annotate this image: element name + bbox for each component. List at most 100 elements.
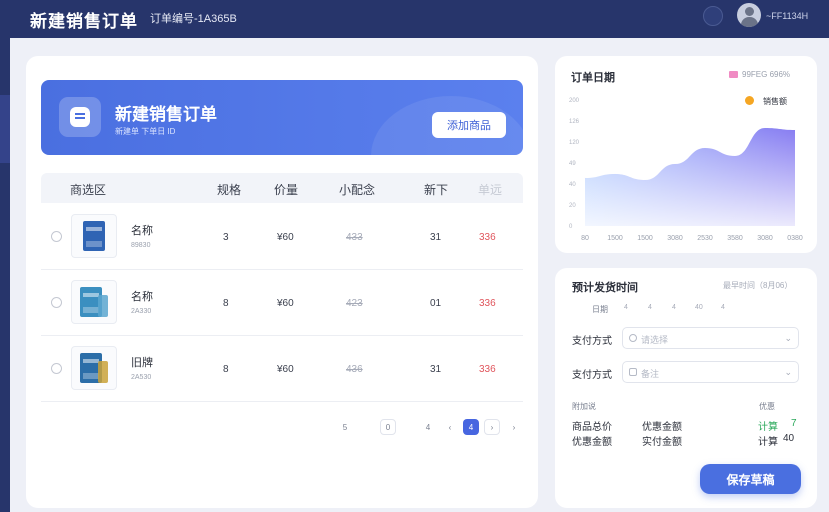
product-code: 2A330	[131, 308, 152, 315]
remark-label: 支付方式	[572, 370, 612, 381]
summary-label: 商品总价	[572, 422, 612, 433]
spec-cell: 8	[223, 298, 229, 309]
product-thumbnail	[71, 280, 117, 324]
area-fade	[585, 116, 795, 226]
remark-placeholder: 备注	[641, 369, 660, 379]
x-tick-label: 80	[581, 235, 589, 242]
y-tick-label: 40	[569, 182, 576, 188]
order-number: 订单编号-1A365B	[150, 13, 237, 25]
subtotal-cell: 423	[346, 298, 363, 309]
price-cell: ¥60	[277, 364, 294, 375]
x-tick-label: 2530	[697, 235, 713, 242]
x-tick-label: 1500	[607, 235, 623, 242]
x-tick-label: 1500	[637, 235, 653, 242]
app-title: 新建销售订单	[30, 12, 138, 31]
user-name[interactable]: ~FF1134H	[766, 11, 808, 21]
product-thumbnail	[71, 346, 117, 390]
column-header: 小配念	[339, 183, 376, 197]
x-tick-label: 3080	[757, 235, 773, 242]
chevron-down-icon: ⌄	[784, 333, 792, 343]
banner-title: 新建销售订单	[115, 105, 217, 124]
y-tick-label: 200	[569, 98, 580, 104]
table-row[interactable]: 名称 89830 3 ¥60 433 31 336	[41, 204, 523, 270]
x-tick-label: 3580	[727, 235, 743, 242]
day-option[interactable]: 4	[721, 304, 725, 311]
shipping-title: 预计发货时间	[572, 282, 638, 294]
summary-header: 附加说	[572, 402, 596, 411]
save-draft-button[interactable]: 保存草稿	[700, 464, 801, 494]
row-select-radio[interactable]	[51, 297, 62, 308]
subtotal-cell: 436	[346, 364, 363, 375]
y-tick-label: 20	[569, 203, 576, 209]
table-header: 商选区 规格 价量 小配念 新下 单远	[41, 173, 523, 203]
payment-placeholder: 请选择	[641, 335, 669, 345]
column-header: 商选区	[70, 183, 107, 197]
spec-cell: 8	[223, 364, 229, 375]
day-option[interactable]: 4	[672, 304, 676, 311]
area-chart: 80 1500 1500 3080 2530 3580 3080 03802001261204…	[569, 98, 803, 242]
summary-value: 计算	[758, 437, 778, 448]
qty-cell[interactable]: 31	[430, 364, 441, 375]
pagination-size[interactable]: 5	[337, 419, 353, 435]
add-product-button[interactable]: 添加商品	[432, 112, 506, 138]
remark-select[interactable]: 备注 ⌄	[622, 361, 799, 383]
chevron-down-icon: ⌄	[784, 367, 792, 377]
avatar[interactable]	[737, 3, 761, 27]
product-thumbnail	[71, 214, 117, 258]
price-cell: ¥60	[277, 232, 294, 243]
product-code: 2A530	[131, 374, 152, 381]
table-row[interactable]: 名称 2A330 8 ¥60 423 01 336	[41, 270, 523, 336]
y-tick-label: 126	[569, 119, 580, 125]
shipping-card: 预计发货时间 最早时间（8月06） 日期 4 4 4 40 4 支付方式 请选择…	[555, 268, 817, 508]
order-items-card: 新建销售订单 新建单 下单日 ID 添加商品 商选区 规格 价量 小配念 新下 …	[26, 56, 538, 508]
side-rail	[0, 38, 10, 512]
qty-cell[interactable]: 31	[430, 232, 441, 243]
x-tick-label: 0380	[787, 235, 803, 242]
row-select-radio[interactable]	[51, 363, 62, 374]
y-tick-label: 0	[569, 224, 573, 230]
day-option[interactable]: 40	[695, 304, 703, 311]
column-header: 价量	[274, 183, 299, 197]
banner-subtitle: 新建单 下单日 ID	[115, 127, 176, 136]
order-banner: 新建销售订单 新建单 下单日 ID 添加商品	[41, 80, 523, 155]
summary-value: 7	[791, 418, 797, 429]
payment-select[interactable]: 请选择 ⌄	[622, 327, 799, 349]
pagination-current[interactable]: 4	[463, 419, 479, 435]
order-icon	[59, 97, 101, 137]
payment-label: 支付方式	[572, 336, 612, 347]
pagination-last-icon[interactable]: ›	[506, 419, 522, 435]
column-header: 新下	[424, 183, 449, 197]
price-cell: ¥60	[277, 298, 294, 309]
y-tick-label: 49	[569, 161, 576, 167]
notification-icon[interactable]	[703, 6, 723, 26]
total-cell: 336	[479, 364, 496, 375]
total-cell: 336	[479, 298, 496, 309]
product-code: 89830	[131, 242, 151, 249]
column-header: 单远	[478, 183, 503, 197]
pagination-first[interactable]: 4	[420, 419, 436, 435]
shipping-hint: 最早时间（8月06）	[723, 281, 793, 290]
side-rail-active[interactable]	[0, 95, 10, 163]
x-tick-label: 3080	[667, 235, 683, 242]
top-bar: 新建销售订单 订单编号-1A365B ~FF1134H	[0, 0, 829, 38]
day-option[interactable]: 4	[624, 304, 628, 311]
summary-label: 优惠金额	[572, 437, 612, 448]
column-header: 规格	[217, 183, 242, 197]
pagination-jump[interactable]: 0	[380, 419, 396, 435]
product-name: 名称	[131, 291, 153, 303]
total-cell: 336	[479, 232, 496, 243]
pagination-next-icon[interactable]: ›	[484, 419, 500, 435]
search-icon	[629, 334, 637, 342]
summary-header: 优惠	[759, 402, 775, 411]
product-name: 旧牌	[131, 357, 153, 369]
note-icon	[629, 368, 637, 376]
summary-value: 40	[783, 433, 795, 444]
summary-label: 优惠金额	[642, 422, 682, 433]
table-row[interactable]: 旧牌 2A530 8 ¥60 436 31 336	[41, 336, 523, 402]
row-select-radio[interactable]	[51, 231, 62, 242]
qty-cell[interactable]: 01	[430, 298, 441, 309]
pagination-prev-icon[interactable]: ‹	[442, 419, 458, 435]
summary-label: 实付金额	[642, 437, 682, 448]
y-tick-label: 120	[569, 140, 580, 146]
day-option[interactable]: 4	[648, 304, 652, 311]
